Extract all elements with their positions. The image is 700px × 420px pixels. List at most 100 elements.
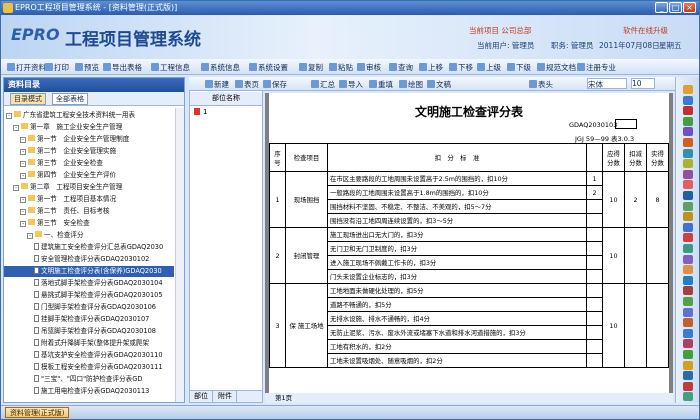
side-tool-icon-5[interactable] (683, 127, 693, 137)
score-actual[interactable]: 8 (646, 171, 669, 228)
score-should[interactable]: 10 (602, 283, 625, 368)
side-tool-icon-7[interactable] (683, 148, 693, 158)
side-tool-icon-22[interactable] (683, 307, 693, 317)
toolbar-button-5[interactable]: 工程信息 (151, 62, 190, 73)
tree-item[interactable]: - 第一节 企业安全生产管理制度 (4, 134, 174, 145)
expand-toggle-icon[interactable]: - (20, 197, 26, 203)
side-tool-icon-23[interactable] (683, 318, 693, 328)
side-tool-icon-15[interactable] (683, 233, 693, 243)
tab-directory-mode[interactable]: 目录模式 (10, 93, 46, 105)
tree-item[interactable]: - 第二节 责任、目标考核 (4, 206, 174, 217)
side-tool-icon-18[interactable] (683, 265, 693, 275)
toolbar-button-6[interactable]: 系统信息 (201, 62, 240, 73)
score-actual[interactable] (646, 283, 669, 368)
toolbar-button-10[interactable]: 审核 (357, 62, 381, 73)
tree-item[interactable]: - 一、检查评分 (4, 230, 174, 241)
expand-toggle-icon[interactable]: - (20, 149, 26, 155)
tree-item[interactable]: - 第一节 工程项目基本情况 (4, 194, 174, 205)
tree-item[interactable]: 基坑支护安全检查评分表GDAQ2030110 (4, 350, 174, 361)
deduct-mark[interactable] (586, 325, 603, 340)
tab-all-tables[interactable]: 全部表格 (52, 93, 88, 105)
tree-item[interactable]: - 第二节 企业安全管理实施 (4, 146, 174, 157)
expand-toggle-icon[interactable]: - (13, 185, 19, 191)
deduct-mark[interactable] (586, 311, 603, 326)
side-tool-icon-12[interactable] (683, 201, 693, 211)
expand-toggle-icon[interactable]: - (20, 161, 26, 167)
side-tool-icon-21[interactable] (683, 297, 693, 306)
expand-toggle-icon[interactable]: - (20, 221, 26, 227)
tree-item[interactable]: - 第三节 安全检查 (4, 218, 174, 229)
maximize-button[interactable]: □ (669, 2, 682, 13)
deduct-mark[interactable] (586, 353, 603, 368)
doc-toolbar-button-2[interactable]: 表页 (235, 79, 259, 90)
deduct-mark[interactable] (586, 241, 603, 256)
toolbar-button-9[interactable]: 粘贴 (329, 62, 353, 73)
toolbar-button-1[interactable]: 打开资料 (7, 62, 46, 73)
tab-part[interactable]: 部位 (190, 391, 213, 402)
toolbar-button-8[interactable]: 复制 (299, 62, 323, 73)
deduct-mark[interactable] (586, 297, 603, 312)
side-tool-icon-16[interactable] (683, 244, 693, 253)
side-tool-icon-26[interactable] (683, 350, 693, 359)
expand-toggle-icon[interactable]: - (27, 233, 33, 239)
deduct-mark[interactable] (586, 255, 603, 270)
tree-item[interactable]: 模板工程安全检查评分表GDAQ2030111 (4, 362, 174, 373)
doc-toolbar-button-9[interactable]: 表头 (529, 79, 553, 90)
doc-toolbar-button-7[interactable]: 绘图 (399, 79, 423, 90)
toolbar-button-13[interactable]: 下移 (449, 62, 473, 73)
tree-item[interactable]: - 广东省建筑工程安全技术资料统一用表 (4, 110, 174, 121)
deduct-mark[interactable] (586, 227, 603, 242)
score-deduct[interactable] (624, 283, 647, 368)
tab-attachment[interactable]: 附件 (214, 391, 237, 402)
expand-toggle-icon[interactable]: - (20, 173, 26, 179)
side-tool-icon-29[interactable] (683, 381, 693, 391)
score-deduct[interactable]: 2 (624, 171, 647, 228)
score-deduct[interactable] (624, 227, 647, 284)
toolbar-button-17[interactable]: 注册专业 (577, 62, 616, 73)
tree-item[interactable]: 建筑施工安全检查评分汇总表GDAQ2030 (4, 242, 174, 253)
toolbar-button-3[interactable]: 预览 (75, 62, 99, 73)
doc-toolbar-button-8[interactable]: 文稿 (427, 79, 451, 90)
side-tool-icon-1[interactable] (683, 85, 693, 94)
part-row[interactable]: 1 (190, 106, 262, 118)
deduct-mark[interactable] (586, 339, 603, 354)
side-tool-icon-8[interactable] (683, 159, 693, 169)
deduct-mark[interactable] (586, 213, 603, 228)
side-tool-icon-3[interactable] (683, 106, 693, 116)
code-box[interactable] (615, 119, 637, 129)
expand-toggle-icon[interactable]: - (13, 125, 19, 131)
toolbar-button-11[interactable]: 查询 (389, 62, 413, 73)
side-tool-icon-28[interactable] (683, 371, 693, 381)
catalog-scrollbar[interactable] (175, 108, 184, 402)
tree-item[interactable]: "三宝"、"四口"防护检查评分表GD (4, 374, 174, 385)
tree-item[interactable]: 附着式升降脚手架(整体提升架或爬架 (4, 338, 174, 349)
deduct-mark[interactable]: 1 (586, 171, 603, 186)
tree-item[interactable]: 挂脚手架检查评分表GDAQ2030107 (4, 314, 174, 325)
close-button[interactable]: × (683, 2, 696, 13)
tree-item[interactable]: - 第一章 施工企业安全生产管理 (4, 122, 174, 133)
side-tool-icon-17[interactable] (683, 254, 693, 264)
doc-toolbar-button-1[interactable]: 新建 (205, 79, 229, 90)
current-project-link[interactable]: 当前项目 公司总部 (469, 25, 531, 36)
doc-toolbar-button-6[interactable]: 重填 (369, 79, 393, 90)
toolbar-button-14[interactable]: 上级 (477, 62, 501, 73)
minimize-button[interactable]: _ (655, 2, 668, 13)
side-tool-icon-10[interactable] (683, 180, 693, 190)
expand-toggle-icon[interactable]: - (6, 113, 12, 119)
toolbar-button-2[interactable]: 打印 (45, 62, 69, 73)
side-tool-icon-9[interactable] (683, 169, 693, 179)
score-actual[interactable] (646, 227, 669, 284)
font-select[interactable]: 宋体 (587, 78, 627, 89)
toolbar-button-4[interactable]: 导出表格 (103, 62, 142, 73)
tree-item[interactable]: 门型脚手架检查评分表GDAQ2030106 (4, 302, 174, 313)
tree-item[interactable]: 安全管理检查评分表GDAQ2030102 (4, 254, 174, 265)
doc-toolbar-button-5[interactable]: 导入 (339, 79, 363, 90)
doc-toolbar-button-3[interactable]: 保存 (263, 79, 287, 90)
online-upgrade-link[interactable]: 软件在线升级 (623, 25, 668, 36)
score-should[interactable]: 10 (602, 171, 625, 228)
side-tool-icon-11[interactable] (683, 191, 693, 200)
font-size-select[interactable]: 10 (631, 78, 655, 89)
doc-toolbar-button-4[interactable]: 汇总 (311, 79, 335, 90)
tree-item[interactable]: 吊篮脚手架检查评分表GDAQ2030108 (4, 326, 174, 337)
toolbar-button-16[interactable]: 规范文档 (537, 62, 576, 73)
